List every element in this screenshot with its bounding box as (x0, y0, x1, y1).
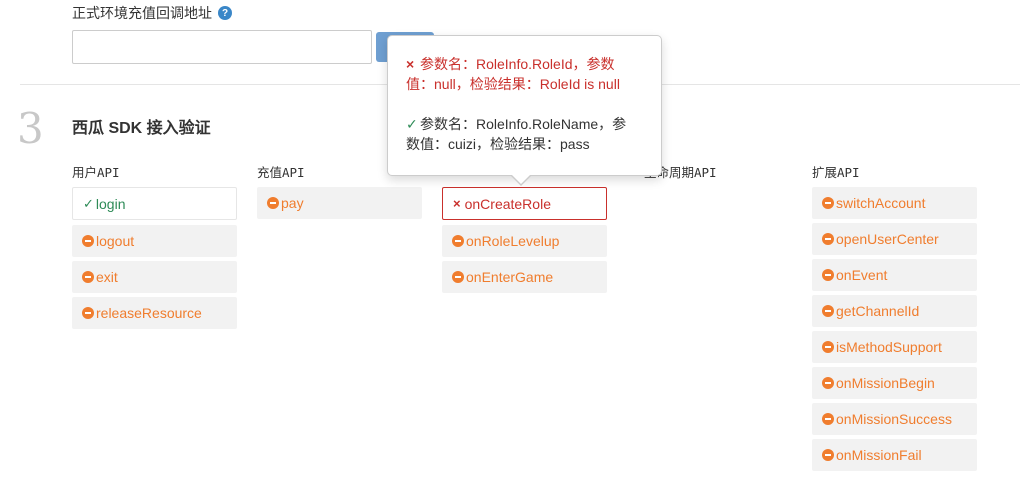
callback-url-label: 正式环境充值回调地址 ? (72, 3, 232, 23)
error-x-icon: × (406, 56, 415, 72)
api-button-exit[interactable]: exit (72, 261, 237, 293)
api-button-label: onMissionBegin (836, 375, 935, 391)
section-title: 西瓜 SDK 接入验证 (72, 120, 211, 137)
api-button-label: releaseResource (96, 305, 202, 321)
popover-ok-line: ✓ 参数名：RoleInfo.RoleName，参数值：cuizi，检验结果：pa… (406, 114, 639, 154)
callback-url-label-text: 正式环境充值回调地址 (72, 5, 212, 21)
api-button-on-role-levelup[interactable]: onRoleLevelup (442, 225, 607, 257)
column-title-user-api: 用户API (72, 165, 120, 180)
help-icon[interactable]: ? (218, 6, 232, 20)
api-button-label: onMissionSuccess (836, 411, 952, 427)
popover-error-text: 参数名：RoleInfo.RoleId，参数值：null，检验结果：RoleId… (406, 56, 620, 92)
minus-circle-icon (822, 449, 834, 461)
minus-circle-icon (452, 271, 464, 283)
minus-circle-icon (822, 197, 834, 209)
callback-url-input[interactable] (72, 30, 372, 64)
minus-circle-icon (822, 269, 834, 281)
api-button-label: isMethodSupport (836, 339, 942, 355)
api-button-on-event[interactable]: onEvent (812, 259, 977, 291)
minus-circle-icon (82, 235, 94, 247)
api-button-label: login (95, 195, 126, 212)
api-button-on-mission-begin[interactable]: onMissionBegin (812, 367, 977, 399)
api-button-label: onMissionFail (836, 447, 922, 463)
api-button-label: exit (96, 269, 118, 285)
api-button-on-mission-fail[interactable]: onMissionFail (812, 439, 977, 471)
api-button-on-mission-success[interactable]: onMissionSuccess (812, 403, 977, 435)
api-button-switch-account[interactable]: switchAccount (812, 187, 977, 219)
api-button-label: onCreateRole (464, 195, 551, 212)
check-icon: ✓ (406, 116, 418, 132)
api-button-label: onEvent (836, 267, 888, 283)
minus-circle-icon (267, 197, 279, 209)
api-button-label: openUserCenter (836, 231, 939, 247)
api-button-logout[interactable]: logout (72, 225, 237, 257)
check-icon: ✓ (83, 195, 94, 211)
minus-circle-icon (452, 235, 464, 247)
popover-ok-text: 参数名：RoleInfo.RoleName，参数值：cuizi，检验结果：pas… (406, 116, 627, 152)
api-button-on-create-role[interactable]: × onCreateRole (442, 187, 607, 220)
validation-popover: × 参数名：RoleInfo.RoleId，参数值：null，检验结果：RoleI… (387, 35, 662, 176)
api-button-open-user-center[interactable]: openUserCenter (812, 223, 977, 255)
minus-circle-icon (822, 413, 834, 425)
api-button-get-channel-id[interactable]: getChannelId (812, 295, 977, 327)
api-button-is-method-support[interactable]: isMethodSupport (812, 331, 977, 363)
minus-circle-icon (822, 341, 834, 353)
api-button-label: switchAccount (836, 195, 926, 211)
api-button-login[interactable]: ✓ login (72, 187, 237, 220)
api-button-label: getChannelId (836, 303, 920, 319)
api-button-label: logout (96, 233, 135, 249)
minus-circle-icon (822, 305, 834, 317)
api-button-release-resource[interactable]: releaseResource (72, 297, 237, 329)
minus-circle-icon (822, 377, 834, 389)
api-button-label: pay (281, 195, 304, 211)
api-button-label: onRoleLevelup (466, 233, 560, 249)
api-button-pay[interactable]: pay (257, 187, 422, 219)
column-title-ext-api: 扩展API (812, 165, 860, 180)
minus-circle-icon (82, 271, 94, 283)
popover-error-line: × 参数名：RoleInfo.RoleId，参数值：null，检验结果：RoleI… (406, 54, 639, 94)
column-title-pay-api: 充值API (257, 165, 305, 180)
minus-circle-icon (82, 307, 94, 319)
api-button-label: onEnterGame (466, 269, 554, 285)
error-x-icon: × (453, 196, 461, 211)
step-number: 3 (17, 104, 44, 153)
popover-arrow-inner (511, 174, 531, 184)
api-button-on-enter-game[interactable]: onEnterGame (442, 261, 607, 293)
minus-circle-icon (822, 233, 834, 245)
